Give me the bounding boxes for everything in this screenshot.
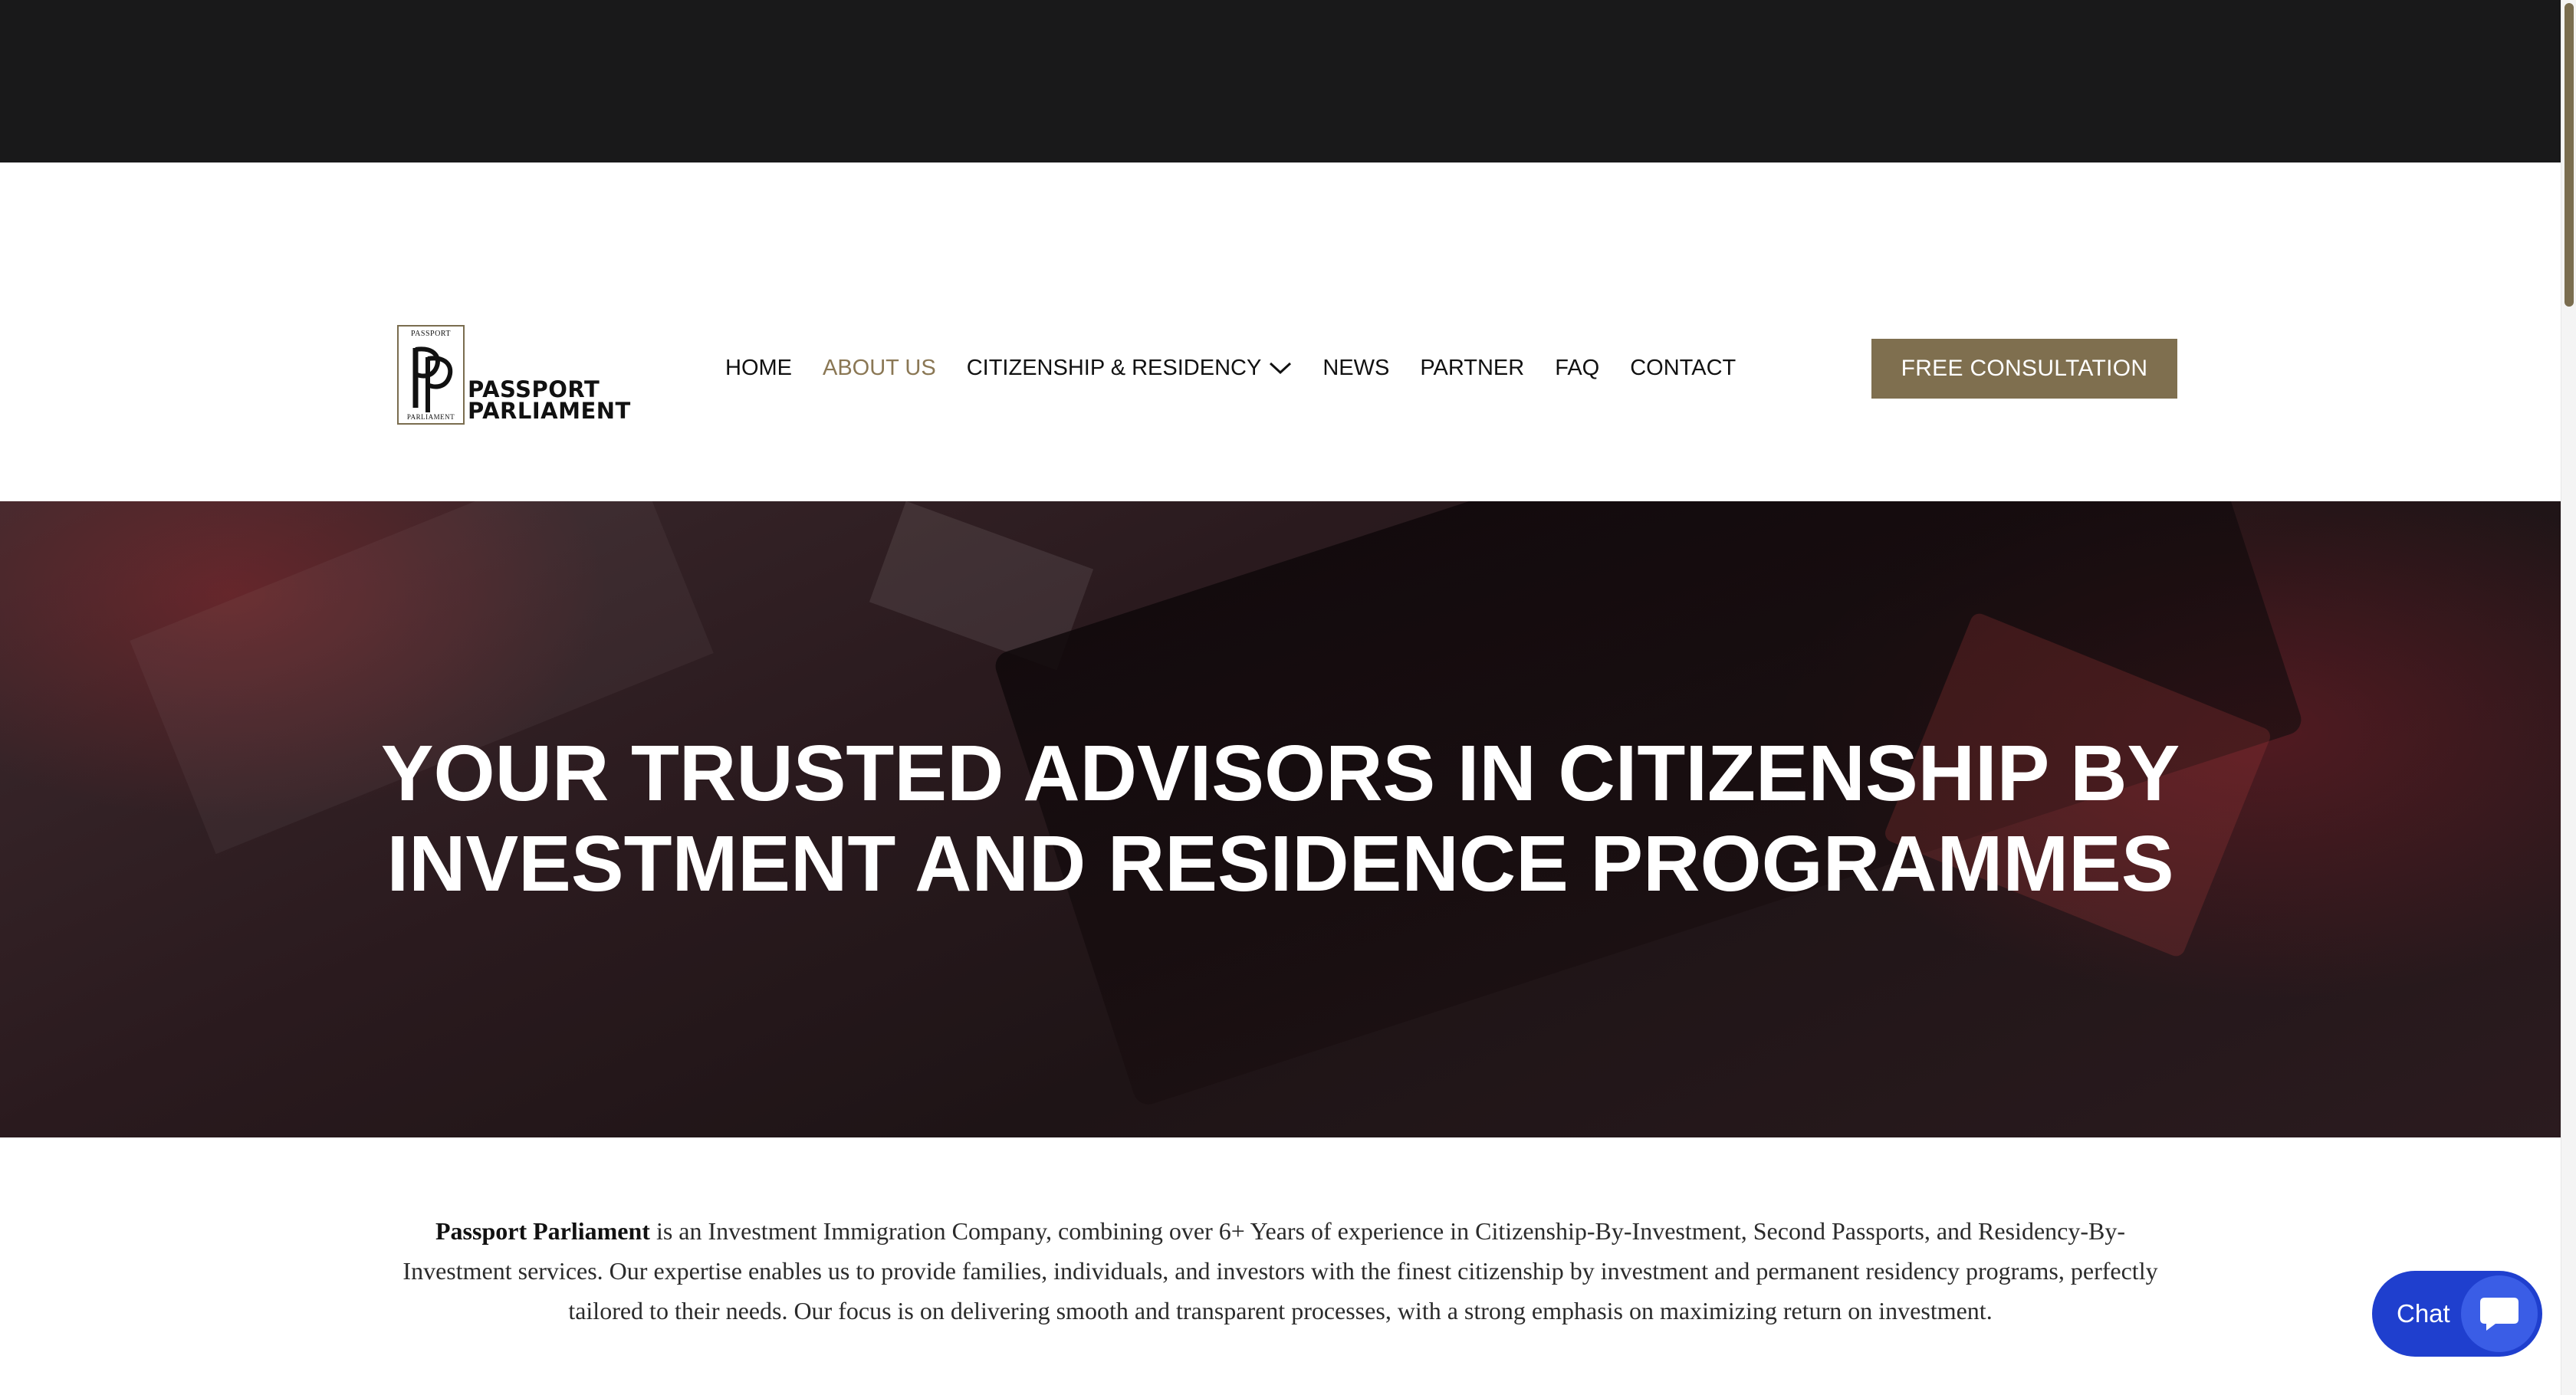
nav-faq-label: FAQ [1555,355,1600,380]
nav-home-label: HOME [725,355,792,380]
hero-title: YOUR TRUSTED ADVISORS IN CITIZENSHIP BY … [0,728,2561,909]
nav-citizenship-residency-label: CITIZENSHIP & RESIDENCY [966,355,1262,380]
hero-title-line1: YOUR TRUSTED ADVISORS IN CITIZENSHIP BY [380,729,2180,817]
nav-contact[interactable]: CONTACT [1630,356,1736,381]
nav-partner-label: PARTNER [1420,355,1525,380]
site-header [0,162,2561,501]
free-consultation-button[interactable]: FREE CONSULTATION [1871,339,2177,399]
nav-home[interactable]: HOME [725,356,792,381]
logo-emblem-bottom-text: PARLIAMENT [406,413,455,421]
logo-emblem-top-text: PASSPORT [411,330,451,338]
hero-banner: YOUR TRUSTED ADVISORS IN CITIZENSHIP BY … [0,501,2561,1137]
chevron-down-icon [1269,356,1292,381]
top-bar [0,0,2561,162]
nav-about-us-label: ABOUT US [823,355,936,380]
logo-emblem: PASSPORT PARLIAMENT [397,325,465,425]
intro-text: is an Investment Immigration Company, co… [402,1217,2158,1324]
nav-news-label: NEWS [1322,355,1390,380]
nav-citizenship-residency[interactable]: CITIZENSHIP & RESIDENCY [967,356,1293,381]
chat-label: Chat [2397,1299,2450,1328]
nav-faq[interactable]: FAQ [1555,356,1599,381]
scrollbar-thumb[interactable] [2564,3,2574,307]
page-scrollbar[interactable] [2561,0,2576,1395]
hero-title-line2: INVESTMENT AND RESIDENCE PROGRAMMES [386,819,2174,908]
logo-wordmark-line2: PARLIAMENT [468,398,631,424]
chat-bubble-icon [2461,1275,2538,1352]
site-logo[interactable]: PASSPORT PARLIAMENT PASSPORT PARLIAMENT [397,325,630,425]
nav-news[interactable]: NEWS [1322,356,1389,381]
nav-about-us[interactable]: ABOUT US [823,356,936,381]
intro-company-name: Passport Parliament [435,1217,650,1245]
nav-contact-label: CONTACT [1630,355,1737,380]
logo-pp-monogram-icon [412,346,453,412]
main-nav: HOME ABOUT US CITIZENSHIP & RESIDENCY NE… [725,351,1766,385]
chat-widget-button[interactable]: Chat [2372,1271,2542,1357]
nav-partner[interactable]: PARTNER [1420,356,1524,381]
intro-paragraph: Passport Parliament is an Investment Imm… [399,1211,2162,1331]
